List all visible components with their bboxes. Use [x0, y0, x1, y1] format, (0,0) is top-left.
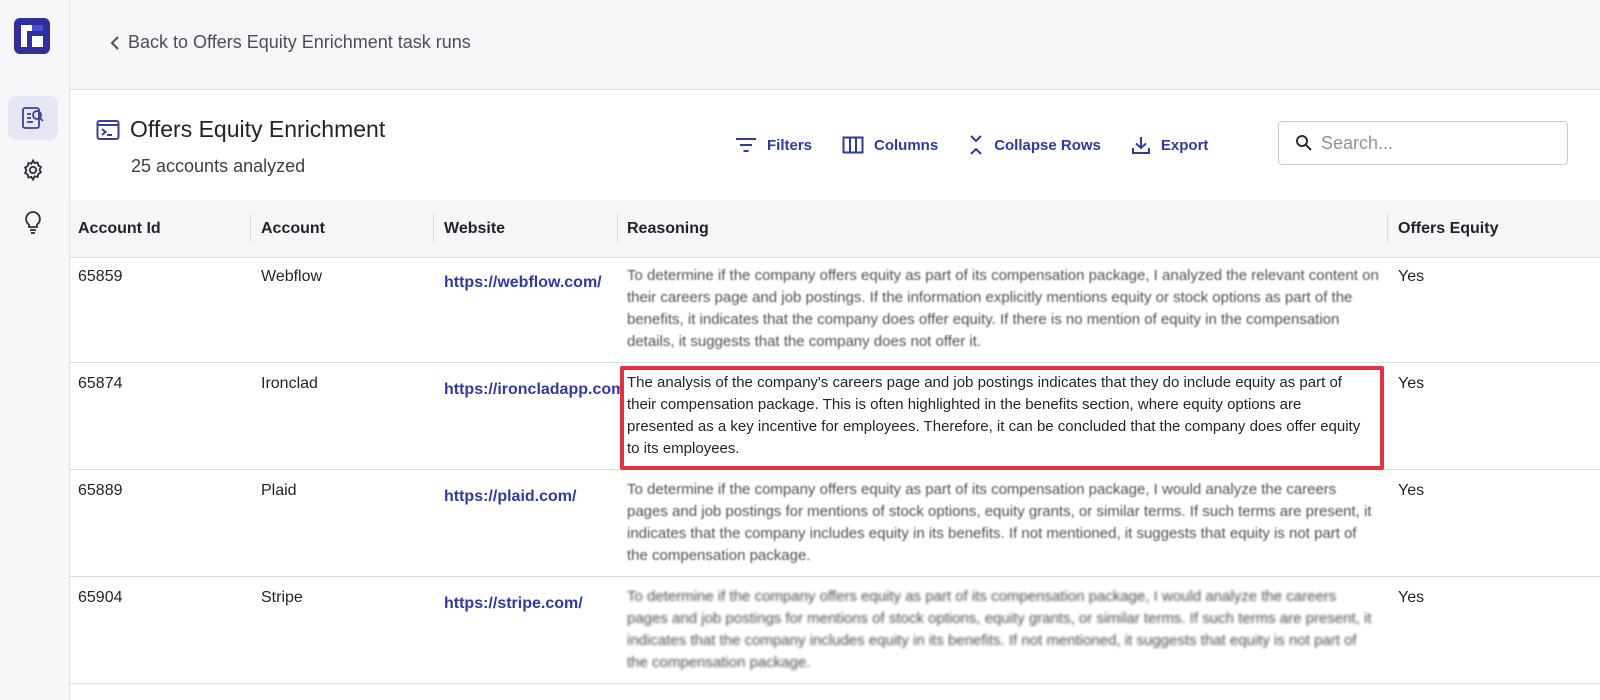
collapse-rows-button[interactable]: Collapse Rows — [968, 134, 1101, 156]
back-link-label: Back to Offers Equity Enrichment task ru… — [128, 32, 471, 52]
sidebar-item-reports[interactable] — [8, 96, 58, 140]
export-button[interactable]: Export — [1131, 135, 1209, 155]
column-header-account[interactable]: Account — [261, 200, 325, 258]
table-row[interactable]: 65874 Ironclad https://ironcladapp.com/ … — [70, 363, 1600, 470]
column-header-offers-equity[interactable]: Offers Equity — [1398, 200, 1498, 258]
page-header: Offers Equity Enrichment 25 accounts ana… — [70, 90, 1600, 200]
table-row[interactable]: 65904 Stripe https://stripe.com/ To dete… — [70, 577, 1600, 684]
sidebar-item-settings[interactable] — [8, 148, 58, 192]
website-link[interactable]: https://ironcladapp.com/ — [444, 381, 620, 399]
report-search-icon — [22, 107, 44, 129]
table-row[interactable]: 65889 Plaid https://plaid.com/ To determ… — [70, 470, 1600, 577]
account-cell: Plaid — [261, 482, 297, 499]
account-id-cell: 65874 — [78, 375, 123, 392]
account-cell: Ironclad — [261, 375, 318, 392]
offers-equity-cell: Yes — [1398, 589, 1425, 606]
column-header-website[interactable]: Website — [444, 200, 505, 258]
website-link[interactable]: https://webflow.com/ — [444, 274, 614, 292]
column-header-reasoning[interactable]: Reasoning — [627, 200, 709, 258]
account-cell: Stripe — [261, 589, 303, 606]
page-title: Offers Equity Enrichment — [130, 116, 386, 142]
sidebar — [0, 0, 70, 700]
app-logo[interactable] — [14, 18, 50, 54]
download-icon — [1131, 137, 1150, 154]
table-row[interactable]: 65859 Webflow https://webflow.com/ To de… — [70, 258, 1600, 363]
terminal-icon — [96, 119, 120, 140]
offers-equity-cell: Yes — [1398, 375, 1425, 392]
search-icon — [1296, 135, 1312, 151]
website-link[interactable]: https://stripe.com/ — [444, 595, 614, 613]
results-table: Account Id Account Website Reasoning Off… — [70, 200, 1600, 684]
offers-equity-cell: Yes — [1398, 482, 1425, 499]
gear-icon — [23, 158, 43, 182]
filters-label: Filters — [767, 136, 813, 154]
column-header-account-id[interactable]: Account Id — [78, 200, 161, 258]
accounts-count: 25 accounts analyzed — [131, 156, 306, 176]
offers-equity-cell: Yes — [1398, 268, 1425, 285]
website-link[interactable]: https://plaid.com/ — [444, 488, 614, 506]
account-id-cell: 65904 — [78, 589, 123, 606]
top-bar: Back to Offers Equity Enrichment task ru… — [70, 0, 1600, 90]
collapse-icon — [970, 135, 982, 155]
chevron-left-icon — [110, 35, 119, 50]
search-box[interactable] — [1278, 121, 1568, 165]
account-id-cell: 65859 — [78, 268, 123, 285]
columns-button[interactable]: Columns — [842, 136, 938, 154]
table-toolbar: Filters Columns Collapse Rows Export — [735, 134, 1208, 156]
account-id-cell: 65889 — [78, 482, 123, 499]
lightbulb-icon — [25, 211, 41, 234]
columns-label: Columns — [874, 136, 939, 154]
reasoning-cell: To determine if the company offers equit… — [627, 267, 1379, 350]
table-header: Account Id Account Website Reasoning Off… — [70, 200, 1600, 258]
search-input[interactable] — [1321, 132, 1551, 154]
reasoning-cell: The analysis of the company's careers pa… — [627, 374, 1361, 457]
filters-button[interactable]: Filters — [735, 136, 812, 154]
export-label: Export — [1160, 136, 1209, 154]
collapse-rows-label: Collapse Rows — [994, 136, 1101, 154]
reasoning-cell: To determine if the company offers equit… — [627, 481, 1372, 564]
back-link[interactable]: Back to Offers Equity Enrichment task ru… — [110, 32, 471, 53]
columns-icon — [842, 136, 864, 154]
reasoning-cell: To determine if the company offers equit… — [627, 588, 1372, 671]
filter-icon — [736, 138, 756, 152]
sidebar-item-ideas[interactable] — [8, 200, 58, 244]
account-cell: Webflow — [261, 268, 323, 285]
